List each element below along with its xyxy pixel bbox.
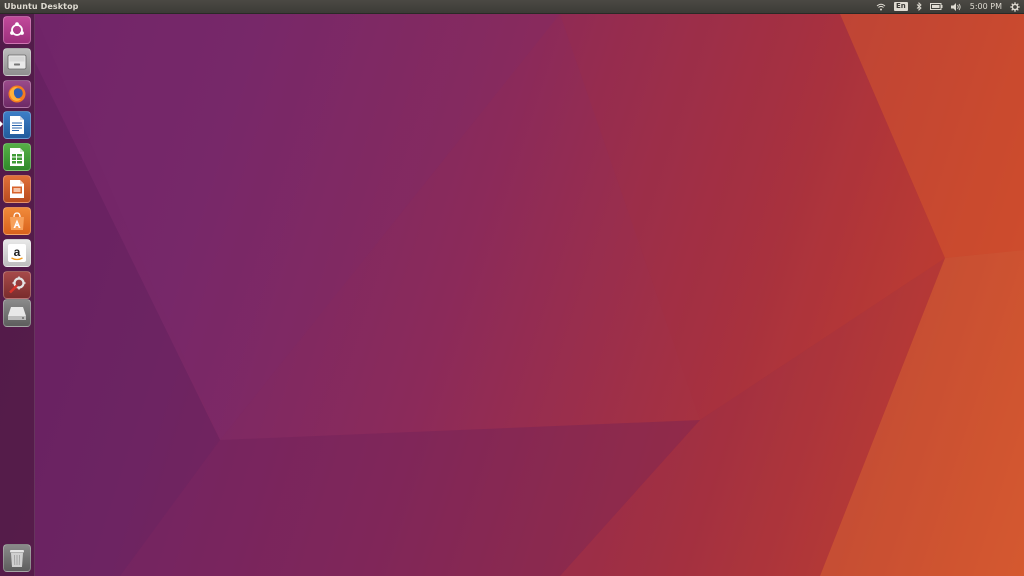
launcher: a [0,14,35,576]
calc-spreadsheet-icon [10,148,24,166]
keyboard-layout-indicator[interactable]: En [890,0,912,13]
volume-icon[interactable] [947,0,966,13]
wifi-icon[interactable] [872,0,890,13]
drive-icon [8,307,26,320]
software-center-bag-icon [10,212,24,230]
launcher-item-firefox[interactable] [3,80,31,108]
writer-document-icon [10,116,24,134]
launcher-item-amazon[interactable]: a [3,239,31,267]
launcher-item-libreoffice-writer[interactable] [3,111,31,139]
battery-icon[interactable] [926,0,947,13]
settings-wrench-icon [9,276,26,294]
indicator-area: En 5:00 PM [872,0,1024,13]
launcher-item-system-settings[interactable] [3,271,31,299]
launcher-item-trash[interactable] [3,544,31,572]
panel-window-title: Ubuntu Desktop [4,2,79,11]
launcher-item-dash-home[interactable] [3,16,31,44]
keyboard-layout-label: En [894,2,908,11]
amazon-icon: a [8,244,26,262]
ubuntu-logo-icon [10,22,24,36]
clock[interactable]: 5:00 PM [966,0,1006,13]
launcher-item-files[interactable] [3,48,31,76]
wallpaper-shapes [34,14,1024,576]
top-panel: Ubuntu Desktop En 5:00 PM [0,0,1024,14]
svg-text:a: a [14,245,21,259]
file-cabinet-icon [7,54,27,70]
launcher-item-libreoffice-calc[interactable] [3,143,31,171]
firefox-icon [8,85,26,103]
trash-icon [10,550,24,567]
desktop-wallpaper [0,0,1024,576]
impress-presentation-icon [10,180,24,198]
launcher-item-libreoffice-impress[interactable] [3,175,31,203]
bluetooth-icon[interactable] [912,0,926,13]
launcher-item-removable-drive[interactable] [3,299,31,327]
launcher-item-ubuntu-software[interactable] [3,207,31,235]
system-gear-icon[interactable] [1006,0,1024,13]
